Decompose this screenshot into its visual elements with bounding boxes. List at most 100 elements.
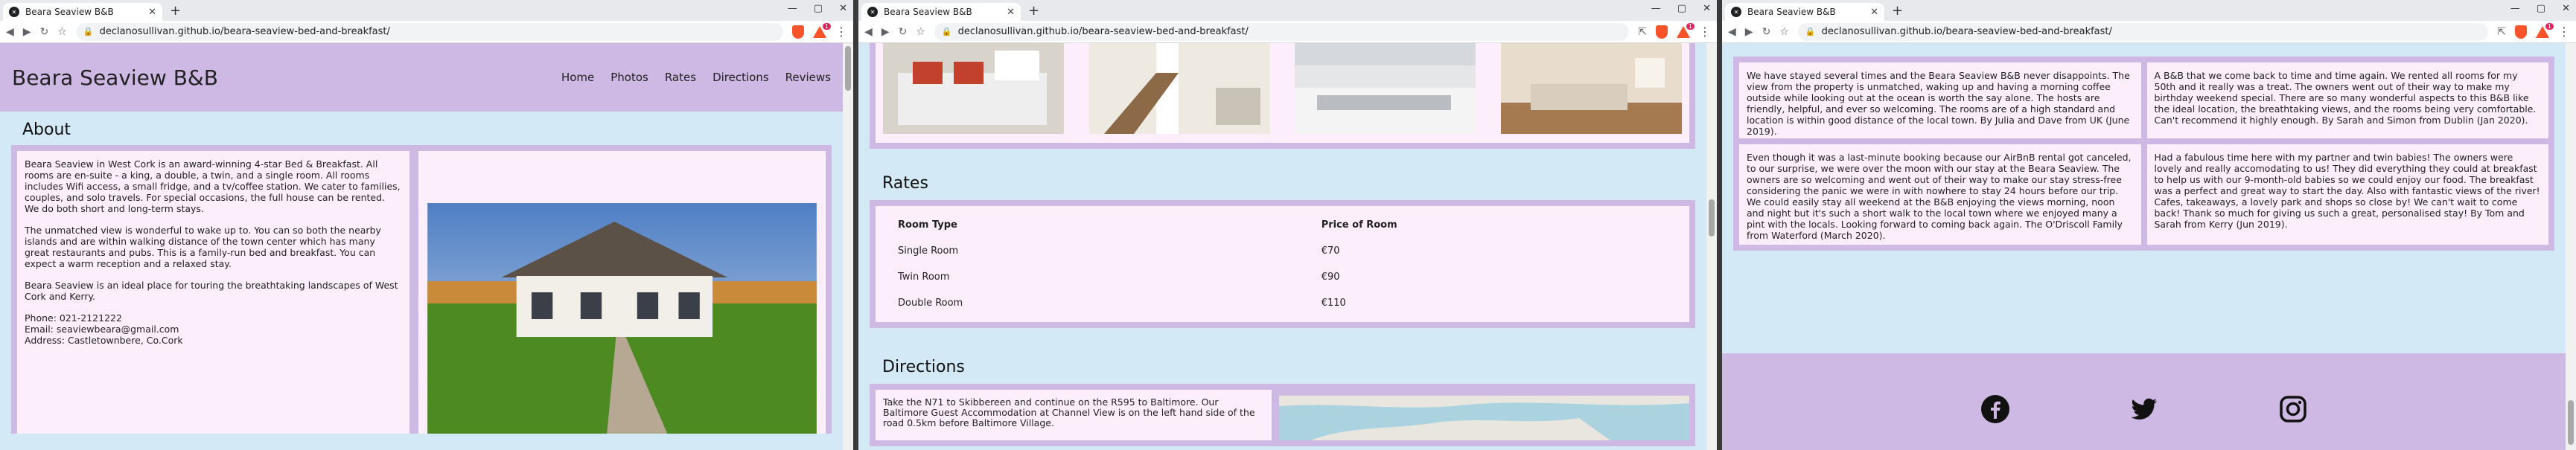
map-art <box>1279 396 1689 440</box>
scrollbar-thumb[interactable] <box>845 46 851 91</box>
close-window-button[interactable]: ✕ <box>1703 3 1711 14</box>
address-bar[interactable]: 🔒 declanosullivan.github.io/beara-seavie… <box>934 22 1630 41</box>
address-bar[interactable]: 🔒 declanosullivan.github.io/beara-seavie… <box>75 22 783 41</box>
back-icon[interactable]: ◀ <box>6 26 14 38</box>
facebook-icon[interactable] <box>1980 394 2010 424</box>
nav-home[interactable]: Home <box>561 71 594 84</box>
bookmark-icon[interactable]: ☆ <box>916 26 925 38</box>
menu-icon[interactable]: ⋮ <box>835 25 847 39</box>
col-room-type: Room Type <box>898 219 957 231</box>
rates-table: Room Type Price of Room Single Room €70 … <box>883 212 1682 316</box>
menu-icon[interactable]: ⋮ <box>2558 25 2570 39</box>
scrollbar-thumb[interactable] <box>1709 199 1715 237</box>
room-name: Double Room <box>898 298 963 309</box>
browser-tab[interactable]: ✕ Beara Seaview B&B ✕ <box>861 3 1021 21</box>
gallery-photo-bedroom <box>883 43 1064 134</box>
browser-window-1: ✕ Beara Seaview B&B ✕ + — ▢ ✕ ◀ ▶ ↻ ☆ 🔒 … <box>0 0 853 450</box>
reload-icon[interactable]: ↻ <box>899 26 908 38</box>
close-window-button[interactable]: ✕ <box>839 3 847 14</box>
minimize-button[interactable]: — <box>788 3 797 14</box>
forward-icon[interactable]: ▶ <box>881 26 890 38</box>
url-text: declanosullivan.github.io/beara-seaview-… <box>957 26 1249 37</box>
scrollbar-thumb[interactable] <box>2568 400 2574 445</box>
browser-window-2: ✕ Beara Seaview B&B ✕ + — ▢ ✕ ◀ ▶ ↻ ☆ 🔒 … <box>858 0 1717 450</box>
nav-photos[interactable]: Photos <box>610 71 648 84</box>
table-row: Single Room €70 <box>883 238 1682 264</box>
brave-rewards-icon[interactable]: 1 <box>813 22 831 38</box>
menu-icon[interactable]: ⋮ <box>1699 25 1711 39</box>
tab-close-icon[interactable]: ✕ <box>148 7 156 18</box>
nav-reviews[interactable]: Reviews <box>785 71 831 84</box>
maximize-button[interactable]: ▢ <box>2537 3 2545 14</box>
address-bar[interactable]: 🔒 declanosullivan.github.io/beara-seavie… <box>1797 22 2489 41</box>
maximize-button[interactable]: ▢ <box>1677 3 1686 14</box>
brave-shield-icon[interactable] <box>1656 25 1668 39</box>
forward-icon[interactable]: ▶ <box>23 26 31 38</box>
share-icon[interactable]: ⇱ <box>1638 26 1647 38</box>
room-name: Single Room <box>898 245 959 257</box>
review-card: Even though it was a last-minute booking… <box>1739 144 2141 245</box>
twitter-icon[interactable] <box>2129 394 2159 424</box>
tab-close-icon[interactable]: ✕ <box>1007 7 1015 18</box>
reload-icon[interactable]: ↻ <box>40 26 49 38</box>
review-card: We have stayed several times and the Bea… <box>1739 62 2141 138</box>
close-window-button[interactable]: ✕ <box>2562 3 2570 14</box>
browser-toolbar: ◀ ▶ ↻ ☆ 🔒 declanosullivan.github.io/bear… <box>858 21 1717 43</box>
directions-map[interactable] <box>1279 396 1689 440</box>
share-icon[interactable]: ⇱ <box>2497 26 2506 38</box>
maximize-button[interactable]: ▢ <box>814 3 823 14</box>
pane-divider <box>1717 0 1722 450</box>
instagram-icon[interactable] <box>2278 394 2308 424</box>
url-text: declanosullivan.github.io/beara-seaview-… <box>1821 26 2112 37</box>
browser-toolbar: ◀ ▶ ↻ ☆ 🔒 declanosullivan.github.io/bear… <box>0 21 853 43</box>
directions-box: Take the N71 to Skibbereen and continue … <box>870 384 1695 446</box>
review-card: A B&B that we come back to time and time… <box>2146 62 2548 138</box>
minimize-button[interactable]: — <box>1651 3 1661 14</box>
room-name: Twin Room <box>898 271 950 283</box>
col-price: Price of Room <box>1321 219 1397 231</box>
page-viewport: Beara Seaview B&B Home Photos Rates Dire… <box>0 43 843 450</box>
rewards-count: 1 <box>822 22 831 30</box>
room-price: €110 <box>1321 298 1346 309</box>
tab-close-icon[interactable]: ✕ <box>1870 7 1878 18</box>
bookmark-icon[interactable]: ☆ <box>1779 26 1789 38</box>
reload-icon[interactable]: ↻ <box>1762 26 1771 38</box>
new-tab-button[interactable]: + <box>1028 3 1039 19</box>
brave-rewards-icon[interactable]: 1 <box>1677 22 1695 38</box>
pane-divider <box>853 0 858 450</box>
page-scrollbar[interactable] <box>1706 43 1717 450</box>
screenshot: ✕ Beara Seaview B&B ✕ + — ▢ ✕ ◀ ▶ ↻ ☆ 🔒 … <box>0 0 2576 450</box>
rates-panel: Room Type Price of Room Single Room €70 … <box>876 206 1689 322</box>
contact-address: Address: Castletownbere, Co.Cork <box>25 335 183 346</box>
brave-rewards-icon[interactable]: 1 <box>2536 22 2554 38</box>
forward-icon[interactable]: ▶ <box>1745 26 1753 38</box>
nav-directions[interactable]: Directions <box>712 71 769 84</box>
about-paragraph: The unmatched view is wonderful to wake … <box>25 225 381 269</box>
brave-shield-icon[interactable] <box>792 25 804 39</box>
bookmark-icon[interactable]: ☆ <box>57 26 67 38</box>
contact-phone: Phone: 021-2121222 <box>25 312 122 324</box>
url-text: declanosullivan.github.io/beara-seaview-… <box>99 26 390 37</box>
back-icon[interactable]: ◀ <box>864 26 873 38</box>
reviews-grid: We have stayed several times and the Bea… <box>1733 57 2554 251</box>
rewards-count: 1 <box>1686 22 1695 30</box>
page-scrollbar[interactable] <box>843 43 853 450</box>
photo-gallery <box>876 43 1689 143</box>
browser-tab[interactable]: ✕ Beara Seaview B&B ✕ <box>3 3 162 21</box>
new-tab-button[interactable]: + <box>1892 3 1903 19</box>
back-icon[interactable]: ◀ <box>1728 26 1736 38</box>
page-scrollbar[interactable] <box>2566 43 2576 450</box>
house-photo-art <box>427 203 817 434</box>
brave-shield-icon[interactable] <box>2515 25 2527 39</box>
site-brand[interactable]: Beara Seaview B&B <box>12 65 561 90</box>
about-heading: About <box>22 120 71 139</box>
about-paragraph: Beara Seaview is an ideal place for tour… <box>25 280 398 302</box>
favicon-icon: ✕ <box>9 7 19 17</box>
house-photo <box>418 151 826 434</box>
minimize-button[interactable]: — <box>2510 3 2520 14</box>
window-controls: — ▢ ✕ <box>788 3 847 14</box>
browser-tab[interactable]: ✕ Beara Seaview B&B ✕ <box>1725 3 1884 21</box>
gallery-photo-lounge <box>1500 43 1682 134</box>
nav-rates[interactable]: Rates <box>665 71 696 84</box>
new-tab-button[interactable]: + <box>170 3 181 19</box>
